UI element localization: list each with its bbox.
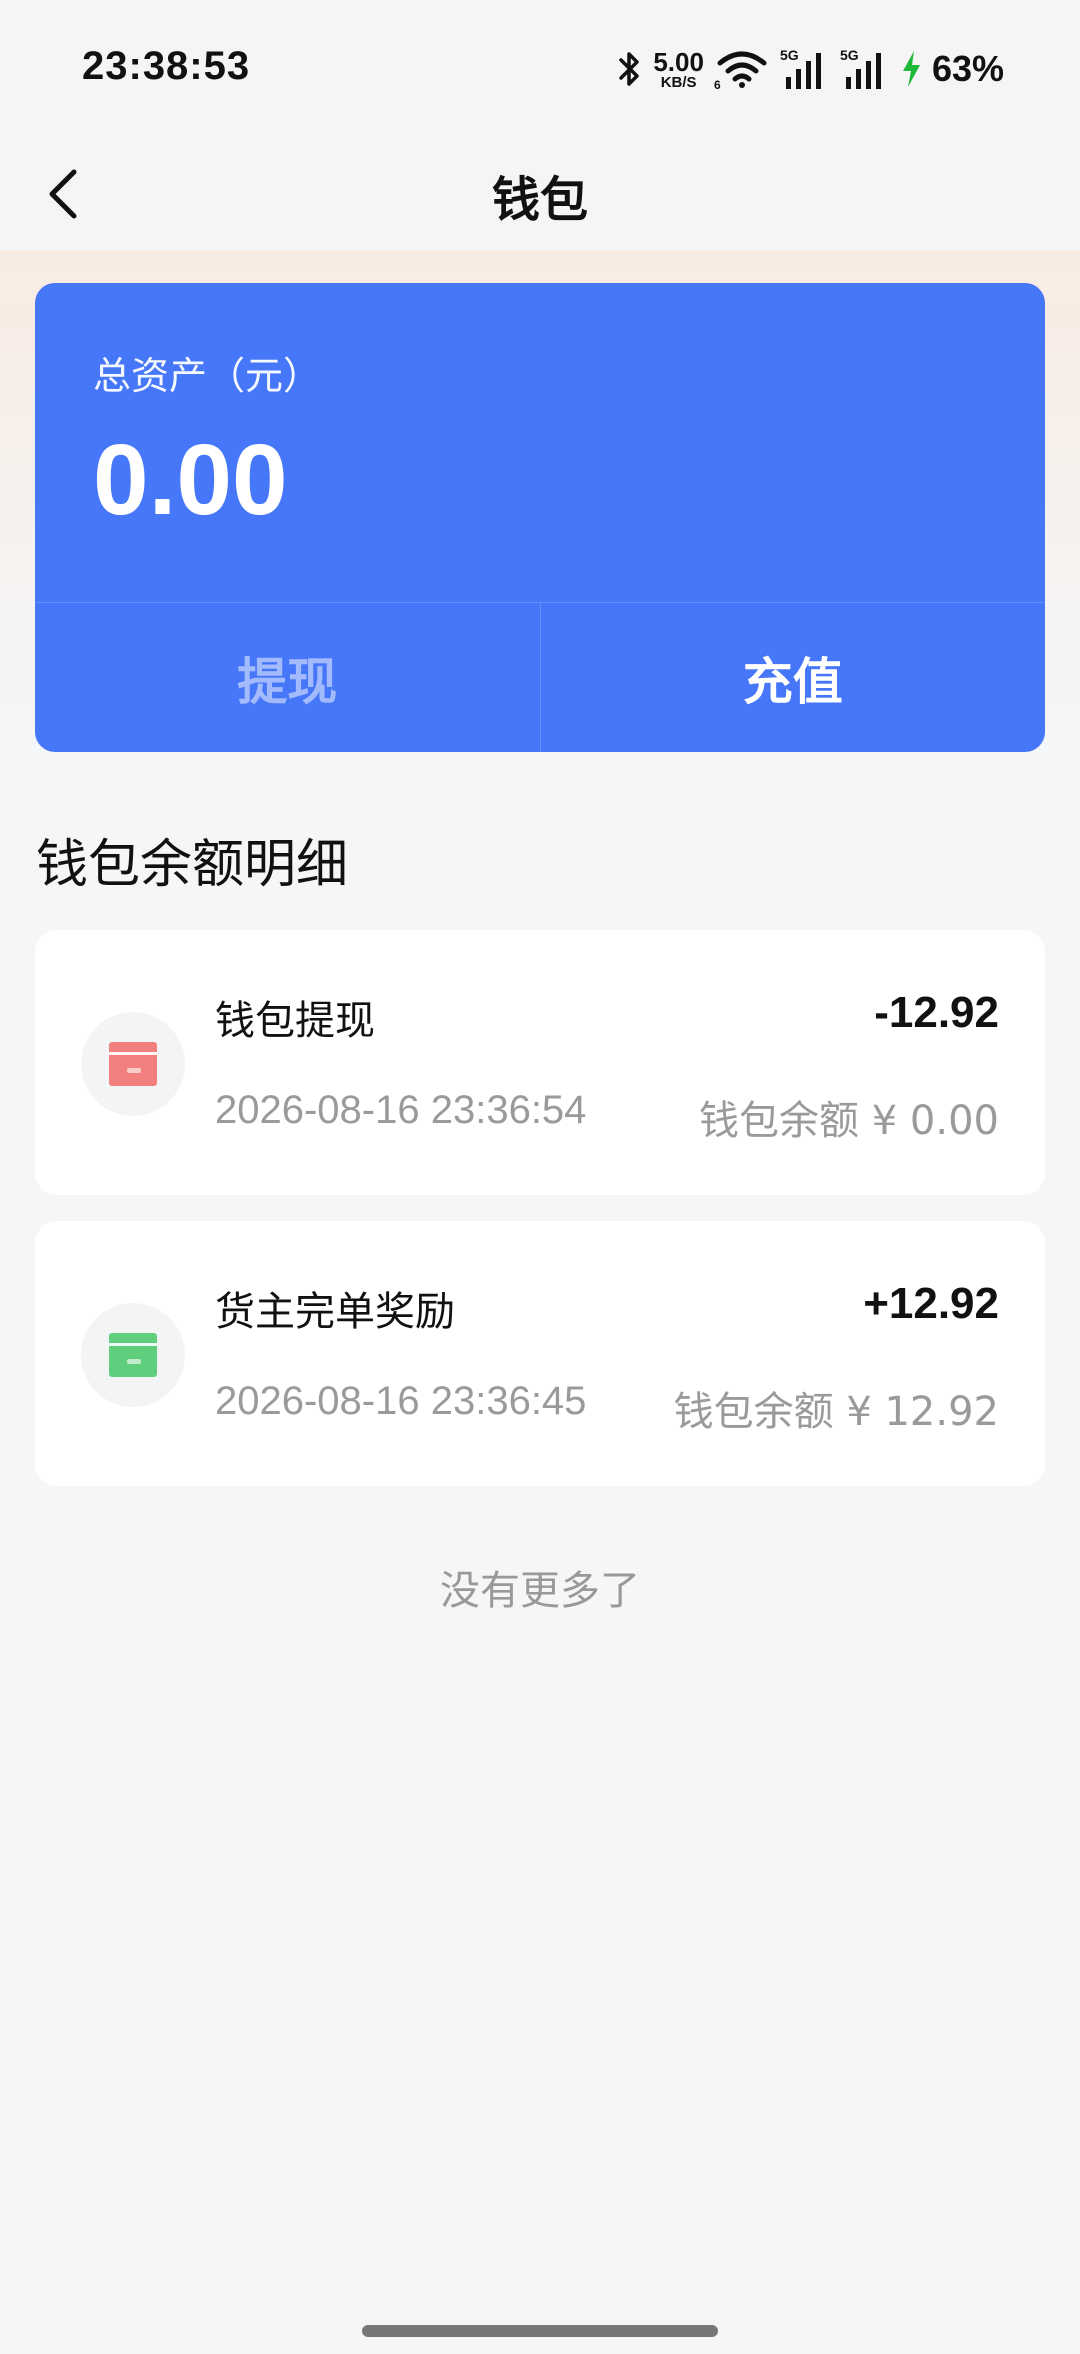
record-balance: 钱包余额 ¥ 12.92 xyxy=(673,1389,999,1435)
record-balance: 钱包余额 ¥ 0.00 xyxy=(699,1098,999,1144)
home-indicator[interactable] xyxy=(362,2325,718,2337)
page-title: 钱包 xyxy=(491,172,588,228)
recharge-button[interactable]: 充值 xyxy=(539,603,1046,752)
list-item[interactable]: 货主完单奖励 +12.92 2026-08-16 23:36:45 钱包余额 ¥… xyxy=(35,1221,1045,1486)
record-amount: +12.92 xyxy=(863,1279,999,1328)
withdraw-button[interactable]: 提现 xyxy=(35,603,540,752)
record-title: 钱包提现 xyxy=(215,998,375,1044)
list-item[interactable]: 钱包提现 -12.92 2026-08-16 23:36:54 钱包余额 ¥ 0… xyxy=(35,930,1045,1195)
total-assets-card: 总资产（元） 0.00 提现 充值 xyxy=(35,283,1045,752)
status-time: 23:38:53 xyxy=(82,44,251,88)
network-speed-unit: KB/S xyxy=(660,73,697,91)
record-title: 货主完单奖励 xyxy=(215,1289,455,1335)
record-amount: -12.92 xyxy=(874,988,999,1037)
network-speed: 5.00 KB/S xyxy=(653,49,704,90)
withdraw-card-icon xyxy=(109,1042,157,1086)
charging-icon xyxy=(902,51,920,87)
svg-text:6: 6 xyxy=(714,78,721,89)
svg-text:5G: 5G xyxy=(840,47,859,63)
reward-card-icon xyxy=(109,1333,157,1377)
status-icons: 5.00 KB/S 6 5G 5G 63% xyxy=(617,44,1004,94)
section-title: 钱包余额明细 xyxy=(36,835,349,895)
signal-sim2-icon: 5G xyxy=(840,47,881,89)
wifi-icon: 6 xyxy=(714,51,767,89)
status-bar: 23:38:53 5.00 KB/S 6 5G 5G 63% xyxy=(0,0,1080,140)
nav-bar: 钱包 xyxy=(0,140,1080,250)
battery-percent: 63% xyxy=(931,48,1004,89)
total-assets-label: 总资产（元） xyxy=(93,354,322,398)
asset-actions: 提现 充值 xyxy=(35,602,1045,752)
svg-text:5G: 5G xyxy=(780,47,799,63)
bluetooth-icon xyxy=(619,52,640,86)
record-time: 2026-08-16 23:36:45 xyxy=(215,1379,587,1423)
record-time: 2026-08-16 23:36:54 xyxy=(215,1088,587,1132)
network-speed-value: 5.00 xyxy=(653,46,704,77)
signal-sim1-icon: 5G xyxy=(780,47,821,89)
record-icon-wrap xyxy=(81,1012,185,1116)
no-more-text: 没有更多了 xyxy=(440,1568,640,1614)
total-assets-amount: 0.00 xyxy=(93,424,288,536)
record-icon-wrap xyxy=(81,1303,185,1407)
